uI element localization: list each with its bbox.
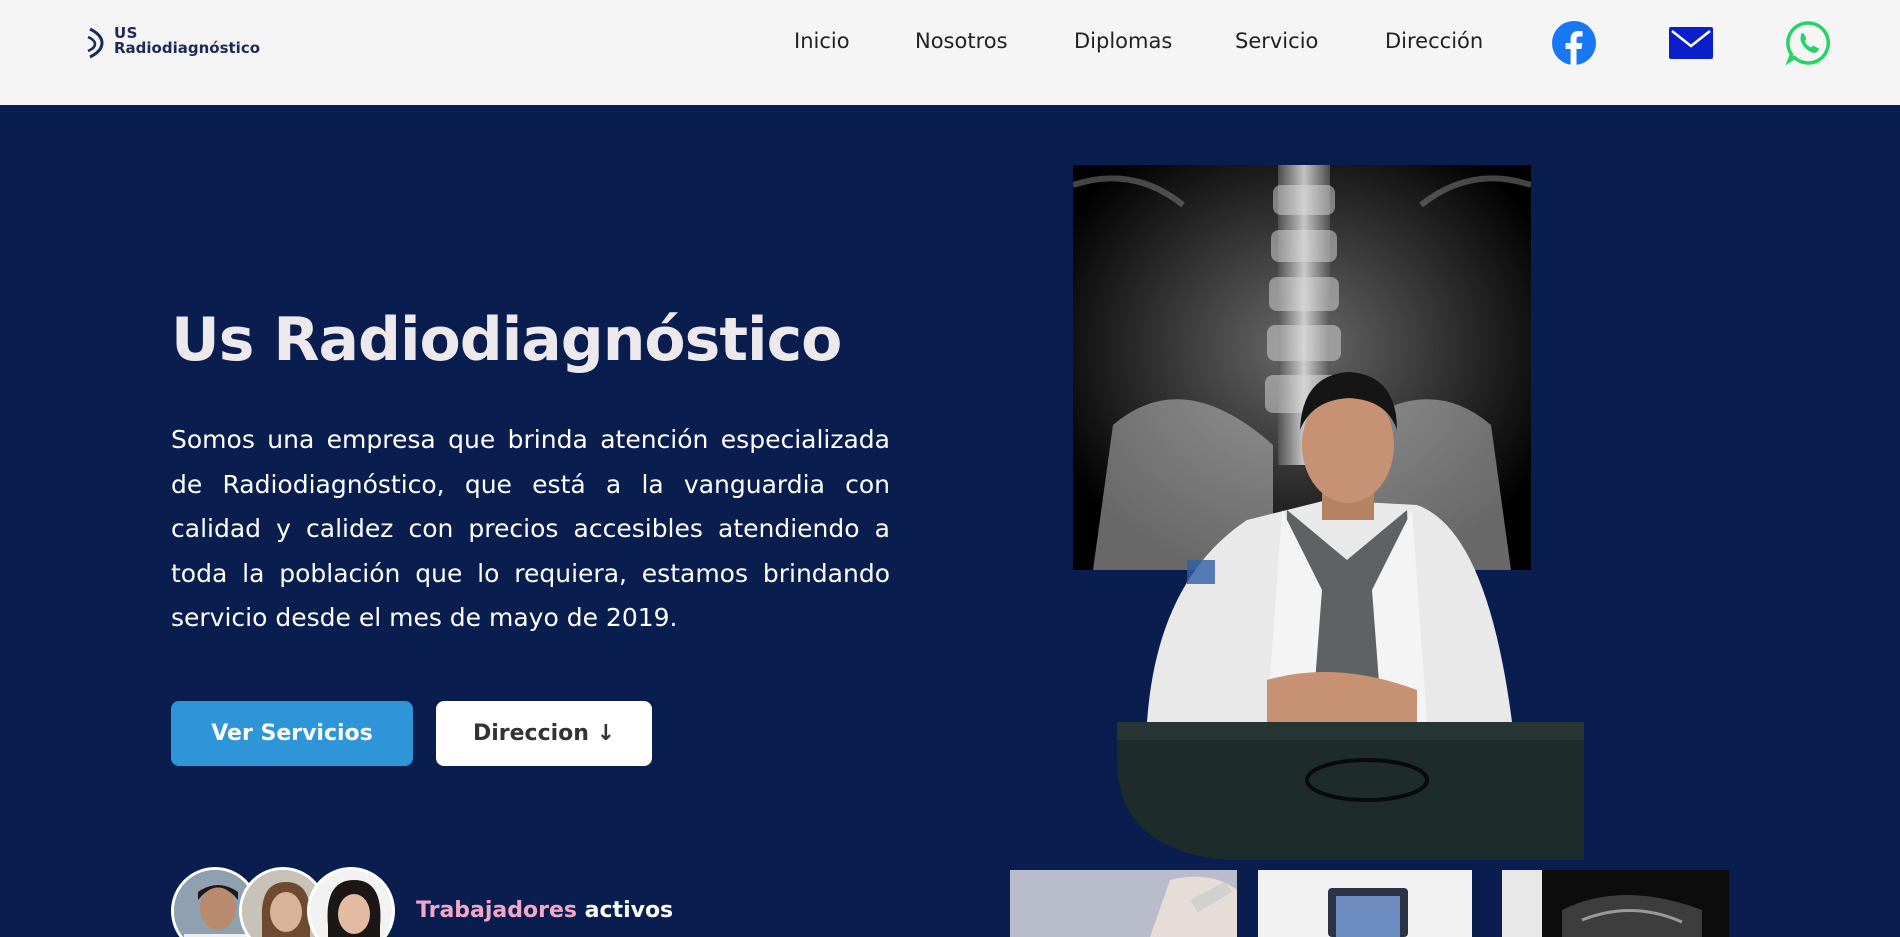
logo[interactable]: US Radiodiagnóstico bbox=[86, 22, 296, 60]
nav-link-diplomas[interactable]: Diplomas bbox=[1074, 29, 1172, 53]
doctor-illustration bbox=[1117, 372, 1584, 860]
whatsapp-icon[interactable] bbox=[1785, 20, 1831, 66]
avatar bbox=[307, 867, 395, 937]
thumbnail-illustration-1 bbox=[1010, 870, 1237, 937]
workers-caption: Trabajadores activos bbox=[416, 898, 673, 923]
thumbnail-ultrasound-3 bbox=[1502, 870, 1729, 937]
hero-title: Us Radiodiagnóstico bbox=[171, 305, 842, 375]
facebook-icon-svg bbox=[1552, 21, 1596, 66]
nav-link-servicio[interactable]: Servicio bbox=[1235, 29, 1318, 53]
avatar-portrait-3 bbox=[310, 870, 392, 937]
ver-servicios-button[interactable]: Ver Servicios bbox=[171, 701, 413, 766]
thumbnail-ultrasound-1 bbox=[1010, 870, 1237, 937]
mail-icon[interactable] bbox=[1668, 20, 1714, 66]
worker-avatars bbox=[171, 867, 401, 937]
doctor-photo bbox=[1117, 360, 1584, 860]
thumbnail-illustration-2 bbox=[1258, 870, 1472, 937]
thumbnail-illustration-3 bbox=[1502, 870, 1729, 937]
nav-link-inicio[interactable]: Inicio bbox=[794, 29, 850, 53]
mail-icon-svg bbox=[1669, 27, 1713, 59]
whatsapp-icon-svg bbox=[1785, 21, 1831, 66]
nav-link-direccion[interactable]: Dirección bbox=[1385, 29, 1483, 53]
workers-highlight: Trabajadores bbox=[416, 898, 577, 923]
logo-mark-icon bbox=[87, 27, 104, 59]
direccion-button[interactable]: Direccion ↓ bbox=[436, 701, 652, 766]
navbar: US Radiodiagnóstico Inicio Nosotros Dipl… bbox=[0, 0, 1900, 105]
nav-link-nosotros[interactable]: Nosotros bbox=[915, 29, 1008, 53]
hero-description: Somos una empresa que brinda atención es… bbox=[171, 425, 890, 632]
logo-line2: Radiodiagnóstico bbox=[114, 39, 261, 57]
thumbnail-ultrasound-2 bbox=[1258, 870, 1472, 937]
logo-text: US Radiodiagnóstico bbox=[114, 26, 260, 56]
workers-rest: activos bbox=[577, 898, 674, 923]
facebook-icon[interactable] bbox=[1551, 20, 1597, 66]
